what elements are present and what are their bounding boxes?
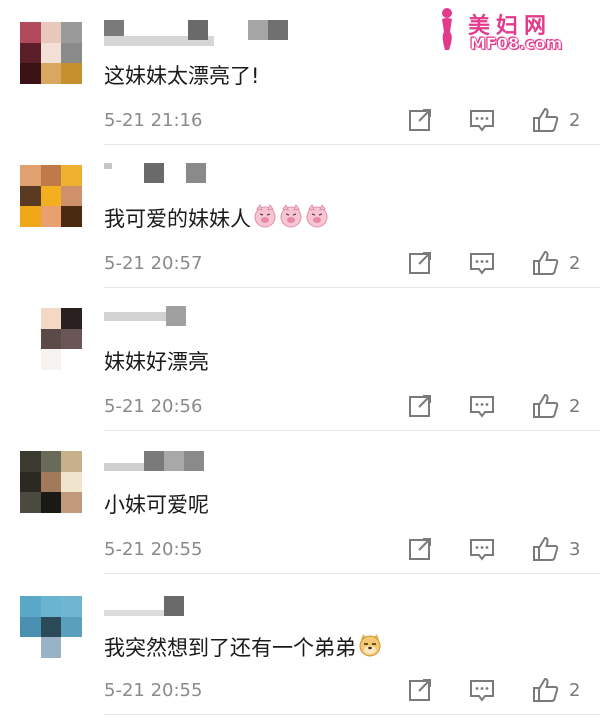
- like-count: 2: [569, 396, 581, 417]
- thumbs-up-icon[interactable]: [532, 676, 560, 704]
- thumbs-up-icon[interactable]: [532, 392, 560, 420]
- share-icon[interactable]: [406, 676, 434, 704]
- comment-item: 妹妹好漂亮 5-21 20:56 2: [0, 286, 600, 431]
- comment-time: 5-21 20:55: [104, 539, 203, 560]
- comment-icon[interactable]: [468, 535, 496, 563]
- avatar[interactable]: [20, 596, 82, 658]
- comment-time: 5-21 20:56: [104, 396, 203, 417]
- avatar[interactable]: [20, 22, 82, 84]
- comment-text: 妹妹好漂亮: [104, 350, 209, 374]
- like-count: 2: [569, 680, 581, 701]
- comment-text: 小妹可爱呢: [104, 493, 209, 517]
- comment-time: 5-21 20:55: [104, 680, 203, 701]
- comment-time: 5-21 21:16: [104, 110, 203, 131]
- thumbs-up-icon[interactable]: [532, 535, 560, 563]
- comment-icon[interactable]: [468, 249, 496, 277]
- comment-item: 我可爱的妹妹人 5-21 20:57 2: [0, 143, 600, 288]
- thumbs-up-icon[interactable]: [532, 249, 560, 277]
- comment-text: 我可爱的妹妹人: [104, 203, 330, 233]
- comment-icon[interactable]: [468, 106, 496, 134]
- comment-item: 我突然想到了还有一个弟弟 5-21 20:55 2: [0, 572, 600, 715]
- comment-text: 我突然想到了还有一个弟弟: [104, 632, 383, 662]
- avatar[interactable]: [20, 308, 82, 370]
- share-icon[interactable]: [406, 535, 434, 563]
- pig-face-icon: [254, 203, 328, 228]
- comment-time: 5-21 20:57: [104, 253, 203, 274]
- comment-icon[interactable]: [468, 392, 496, 420]
- like-count: 3: [569, 539, 581, 560]
- comment-text-content: 我可爱的妹妹人: [104, 207, 251, 231]
- comment-item: 小妹可爱呢 5-21 20:55 3: [0, 429, 600, 574]
- like-count: 2: [569, 110, 581, 131]
- thumbs-up-icon[interactable]: [532, 106, 560, 134]
- share-icon[interactable]: [406, 392, 434, 420]
- comment-item: 这妹妹太漂亮了! 5-21 21:16 2: [0, 0, 600, 145]
- divider: [104, 714, 600, 715]
- like-count: 2: [569, 253, 581, 274]
- comment-icon[interactable]: [468, 676, 496, 704]
- share-icon[interactable]: [406, 106, 434, 134]
- comment-text-content: 我突然想到了还有一个弟弟: [104, 636, 356, 660]
- share-icon[interactable]: [406, 249, 434, 277]
- avatar[interactable]: [20, 165, 82, 227]
- comment-text: 这妹妹太漂亮了!: [104, 64, 260, 88]
- avatar[interactable]: [20, 451, 82, 513]
- doge-face-icon: [359, 634, 381, 657]
